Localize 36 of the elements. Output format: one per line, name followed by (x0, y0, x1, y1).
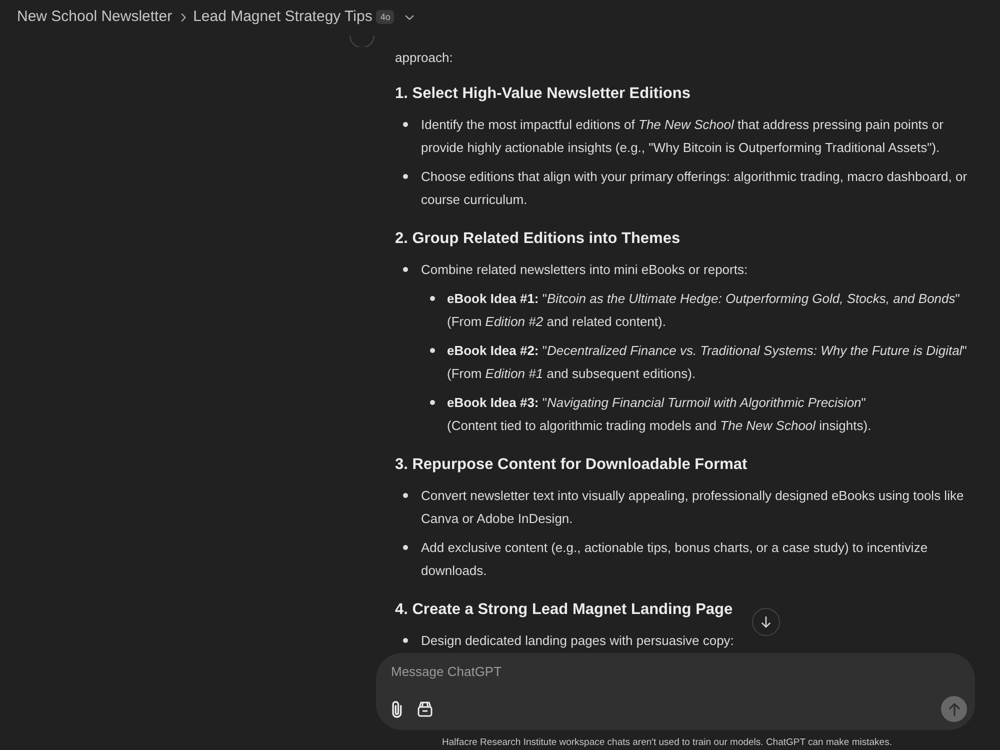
list-item-text: Convert newsletter text into visually appealing, professionally designed eBooks using tools like Canva or Adobe InDesign. (421, 487, 965, 528)
bullet-icon (403, 174, 408, 179)
arrow-down-icon (761, 616, 771, 628)
section-heading: 3. Repurpose Content for Downloadable Format (395, 455, 748, 475)
bullet-icon (430, 296, 435, 301)
arrow-up-icon (948, 702, 960, 716)
section-heading: 2. Group Related Editions into Themes (395, 229, 682, 249)
section-heading: 1. Select High-Value Newsletter Editions (395, 84, 692, 104)
bullet-icon (430, 348, 435, 353)
section-heading: 4. Create a Strong Lead Magnet Landing Page (395, 600, 734, 620)
list-item-text: Identify the most impactful editions of The New School that address pressing pain points or provide highly actionable insights (e.g., "Why Bitcoin is Outperforming Traditional Assets"). (421, 116, 944, 157)
chevron-right-icon (181, 12, 186, 22)
disclaimer-text: Halfacre Research Institute workspace chats aren't used to train our models. ChatGPT can make mistakes. (441, 736, 893, 750)
bullet-icon (430, 400, 435, 405)
model-label: 4o (376, 10, 394, 24)
toolbox-icon[interactable] (417, 701, 433, 717)
paragraph: approach: (395, 49, 454, 67)
list-item-text: Combine related newsletters into mini eBooks or reports: (421, 261, 749, 279)
chevron-down-icon[interactable] (405, 14, 414, 20)
paperclip-icon[interactable] (392, 700, 402, 718)
scroll-down-button[interactable] (752, 608, 780, 636)
bullet-icon (403, 545, 408, 550)
bullet-icon (403, 493, 408, 498)
list-item-text: Add exclusive content (e.g., actionable tips, bonus charts, or a case study) to incentivize downloads. (421, 539, 929, 580)
chat-title[interactable]: Lead Magnet Strategy Tips (193, 6, 372, 28)
list-item-text: eBook Idea #2: "Decentralized Finance vs. Traditional Systems: Why the Future is Digital" (From Edition #1 and subsequent editions). (447, 342, 968, 383)
message-input[interactable]: Message ChatGPT (390, 663, 950, 681)
list-item-text: Choose editions that align with your primary offerings: algorithmic trading, macro dashboard, or course curriculum. (421, 168, 968, 209)
bullet-icon (403, 638, 408, 643)
list-item-text: Design dedicated landing pages with persuasive copy: (421, 632, 735, 650)
arc-icon (349, 34, 375, 47)
bullet-icon (403, 267, 408, 272)
bullet-icon (403, 122, 408, 127)
list-item-text: eBook Idea #3: "Navigating Financial Turmoil with Algorithmic Precision" (Content tied to algorithmic trading models and The New School insights). (447, 394, 872, 435)
list-item-text: eBook Idea #1: "Bitcoin as the Ultimate Hedge: Outperforming Gold, Stocks, and Bonds" (From Edition #2 and related content). (447, 290, 961, 331)
project-link[interactable]: New School Newsletter (17, 6, 172, 28)
